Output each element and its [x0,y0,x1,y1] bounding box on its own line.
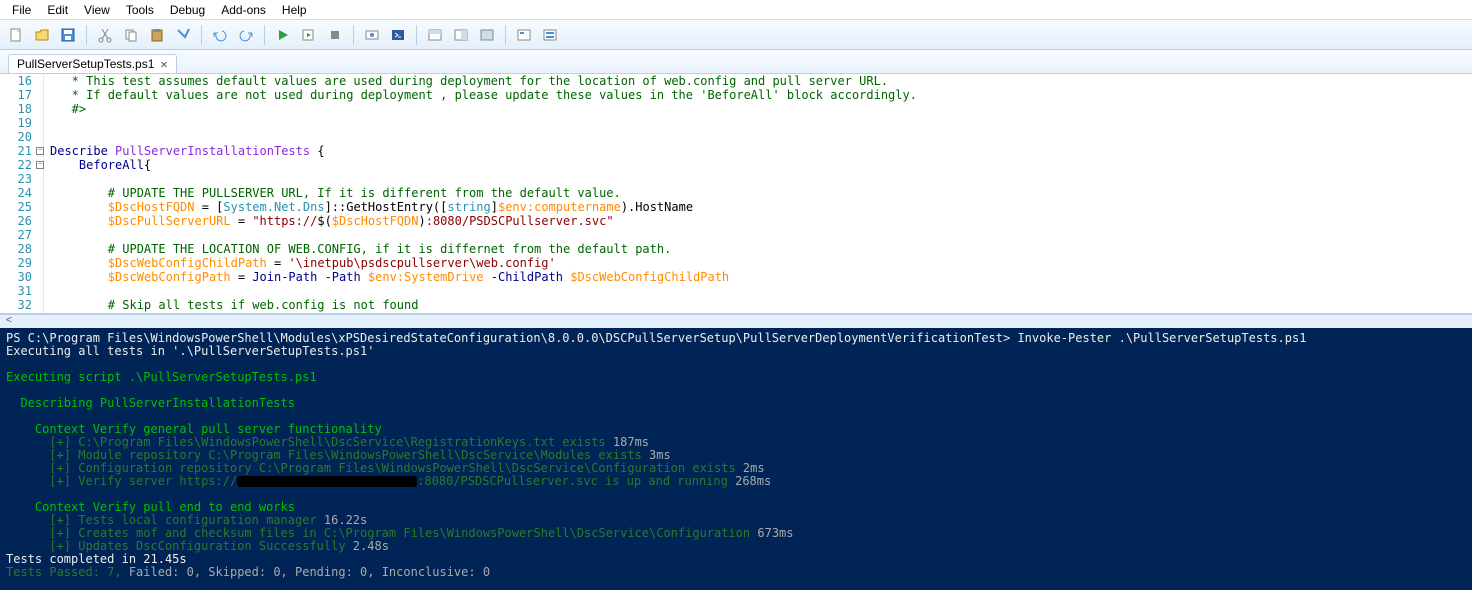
console-line: Executing all tests in '.\PullServerSetu… [6,345,1466,358]
stop-button[interactable] [323,23,347,47]
line-number: 16 [0,74,32,88]
code-line[interactable]: * This test assumes default values are u… [50,74,1472,88]
fold-toggle-icon[interactable]: − [36,147,44,155]
menu-addons[interactable]: Add-ons [213,1,274,19]
code-line[interactable]: $DscHostFQDN = [System.Net.Dns]::GetHost… [50,200,1472,214]
menu-edit[interactable]: Edit [39,1,76,19]
line-number: 27 [0,228,32,242]
show-command-button[interactable] [512,23,536,47]
code-line[interactable]: * If default values are not used during … [50,88,1472,102]
code-line[interactable]: BeforeAll{ [50,158,1472,172]
code-line[interactable]: $DscWebConfigChildPath = '\inetpub\psdsc… [50,256,1472,270]
code-line[interactable]: #> [50,102,1472,116]
line-number: 17 [0,88,32,102]
remote-button[interactable] [360,23,384,47]
code-line[interactable]: $DscPullServerURL = "https://$($DscHostF… [50,214,1472,228]
line-number: 28 [0,242,32,256]
line-number: 19 [0,116,32,130]
tab-label: PullServerSetupTests.ps1 [17,57,154,71]
line-number: 23 [0,172,32,186]
line-number: 20 [0,130,32,144]
line-number: 22 [0,158,32,172]
undo-button[interactable] [208,23,232,47]
save-button[interactable] [56,23,80,47]
console-line: Tests Passed: 7, Failed: 0, Skipped: 0, … [6,566,1466,579]
menu-help[interactable]: Help [274,1,315,19]
line-number: 30 [0,270,32,284]
show-script-max-button[interactable] [475,23,499,47]
line-number: 29 [0,256,32,270]
console-line: [+] Verify server https://:8080/PSDSCPul… [6,475,1466,488]
code-line[interactable]: if (-not (Test-Path $DscWebConfigPath)){ [50,312,1472,314]
new-file-button[interactable] [4,23,28,47]
open-file-button[interactable] [30,23,54,47]
toolbar [0,20,1472,50]
menu-debug[interactable]: Debug [162,1,213,19]
code-line[interactable] [50,172,1472,186]
line-number: 24 [0,186,32,200]
code-area[interactable]: * This test assumes default values are u… [50,74,1472,314]
code-line[interactable]: # UPDATE THE LOCATION OF WEB.CONFIG, if … [50,242,1472,256]
run-script-button[interactable] [271,23,295,47]
code-line[interactable]: Describe PullServerInstallationTests { [50,144,1472,158]
code-editor[interactable]: * This test assumes default values are u… [0,74,1472,314]
status-bar: < [0,314,1472,328]
menu-tools[interactable]: Tools [118,1,162,19]
menu-bar: File Edit View Tools Debug Add-ons Help [0,0,1472,20]
code-line[interactable]: # UPDATE THE PULLSERVER URL, If it is di… [50,186,1472,200]
line-number: 18 [0,102,32,116]
clear-button[interactable] [171,23,195,47]
line-number: 31 [0,284,32,298]
paste-button[interactable] [145,23,169,47]
menu-file[interactable]: File [4,1,39,19]
show-script-pane-button[interactable] [423,23,447,47]
menu-view[interactable]: View [76,1,118,19]
tab-active[interactable]: PullServerSetupTests.ps1 ✕ [8,54,177,73]
powershell-button[interactable] [386,23,410,47]
redacted-hostname [237,476,417,487]
run-selection-button[interactable] [297,23,321,47]
tab-bar: PullServerSetupTests.ps1 ✕ [0,50,1472,74]
line-number: 32 [0,298,32,312]
code-line[interactable] [50,116,1472,130]
console-line: Executing script .\PullServerSetupTests.… [6,371,1466,384]
console-pane[interactable]: PS C:\Program Files\WindowsPowerShell\Mo… [0,328,1472,590]
copy-button[interactable] [119,23,143,47]
code-line[interactable] [50,228,1472,242]
line-number: 33 [0,312,32,314]
fold-toggle-icon[interactable]: − [36,161,44,169]
code-line[interactable]: $DscWebConfigPath = Join-Path -Path $env… [50,270,1472,284]
console-line: [+] Updates DscConfiguration Successfull… [6,540,1466,553]
show-script-right-button[interactable] [449,23,473,47]
code-line[interactable] [50,130,1472,144]
code-line[interactable]: # Skip all tests if web.config is not fo… [50,298,1472,312]
console-line: Describing PullServerInstallationTests [6,397,1466,410]
line-number: 25 [0,200,32,214]
code-line[interactable] [50,284,1472,298]
redo-button[interactable] [234,23,258,47]
line-number: 21 [0,144,32,158]
tab-close-icon[interactable]: ✕ [160,57,167,71]
line-number: 26 [0,214,32,228]
cut-button[interactable] [93,23,117,47]
show-command-addon-button[interactable] [538,23,562,47]
